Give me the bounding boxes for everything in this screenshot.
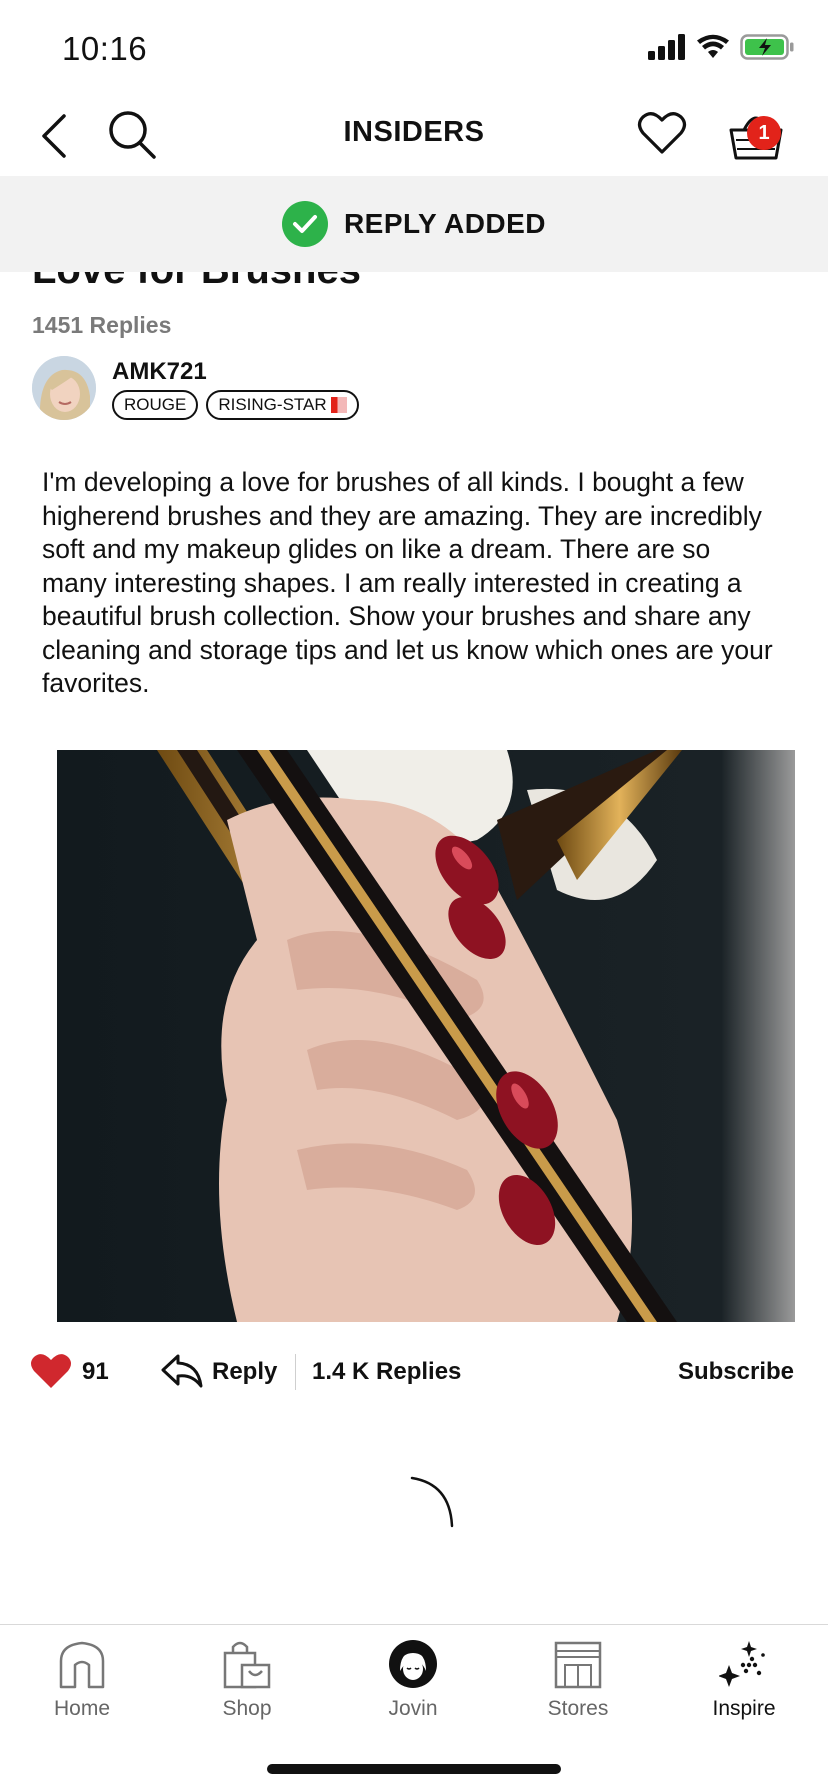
- tab-home-label: Home: [53, 1697, 111, 1720]
- nav-bar: INSIDERS: [0, 100, 828, 176]
- post-body: I'm developing a love for brushes of all…: [42, 467, 773, 698]
- reply-added-toast: REPLY ADDED: [0, 176, 828, 272]
- tab-inspire-label: Inspire: [712, 1697, 776, 1720]
- page-title: INSIDERS: [343, 116, 485, 148]
- battery-charging-icon: [740, 34, 794, 60]
- tab-inspire[interactable]: Inspire: [674, 1639, 814, 1721]
- like-count: 91: [82, 1358, 109, 1385]
- post-image[interactable]: [57, 750, 795, 1322]
- status-bar: 10:16: [0, 0, 828, 100]
- author-username[interactable]: AMK721: [112, 358, 207, 386]
- post-actions: 91 Reply 1.4 K Replies Subscribe: [0, 1346, 828, 1398]
- signal-icon: [648, 34, 685, 60]
- tab-jovin-label: Jovin: [388, 1697, 438, 1720]
- tab-home[interactable]: Home: [12, 1639, 152, 1721]
- divider: [295, 1354, 296, 1390]
- tab-stores-label: Stores: [547, 1697, 609, 1720]
- tab-shop-label: Shop: [222, 1697, 272, 1720]
- shopping-bag-icon: [223, 1641, 271, 1689]
- toast-message: REPLY ADDED: [343, 208, 547, 239]
- replies-count-link[interactable]: 1.4 K Replies: [312, 1358, 461, 1386]
- home-indicator: [267, 1764, 561, 1774]
- tab-stores[interactable]: Stores: [508, 1639, 648, 1721]
- sparkle-icon: [719, 1641, 765, 1687]
- loading-spinner-icon: [410, 1476, 454, 1528]
- avatar[interactable]: [32, 356, 96, 420]
- basket-count-badge: 1: [747, 116, 781, 150]
- author-badges: ROUGE RISING-STAR: [112, 390, 359, 420]
- store-icon: [554, 1641, 602, 1689]
- wifi-icon: [697, 34, 729, 58]
- status-time: 10:16: [62, 30, 148, 67]
- status-icons: [648, 34, 794, 60]
- heart-icon[interactable]: [637, 108, 687, 158]
- badge-rouge: ROUGE: [112, 390, 199, 420]
- reply-count: 1451 Replies: [32, 312, 172, 338]
- home-icon: [59, 1641, 105, 1689]
- tab-jovin[interactable]: Jovin: [343, 1639, 483, 1721]
- check-icon: [281, 201, 328, 247]
- like-heart-icon[interactable]: [30, 1352, 72, 1390]
- rising-star-flag-icon: [330, 397, 347, 413]
- profile-icon: [389, 1640, 437, 1688]
- reply-button[interactable]: Reply: [212, 1358, 277, 1386]
- reply-icon[interactable]: [160, 1352, 204, 1390]
- subscribe-button[interactable]: Subscribe: [678, 1358, 794, 1386]
- tab-shop[interactable]: Shop: [177, 1639, 317, 1721]
- badge-rising-star: RISING-STAR: [206, 390, 359, 420]
